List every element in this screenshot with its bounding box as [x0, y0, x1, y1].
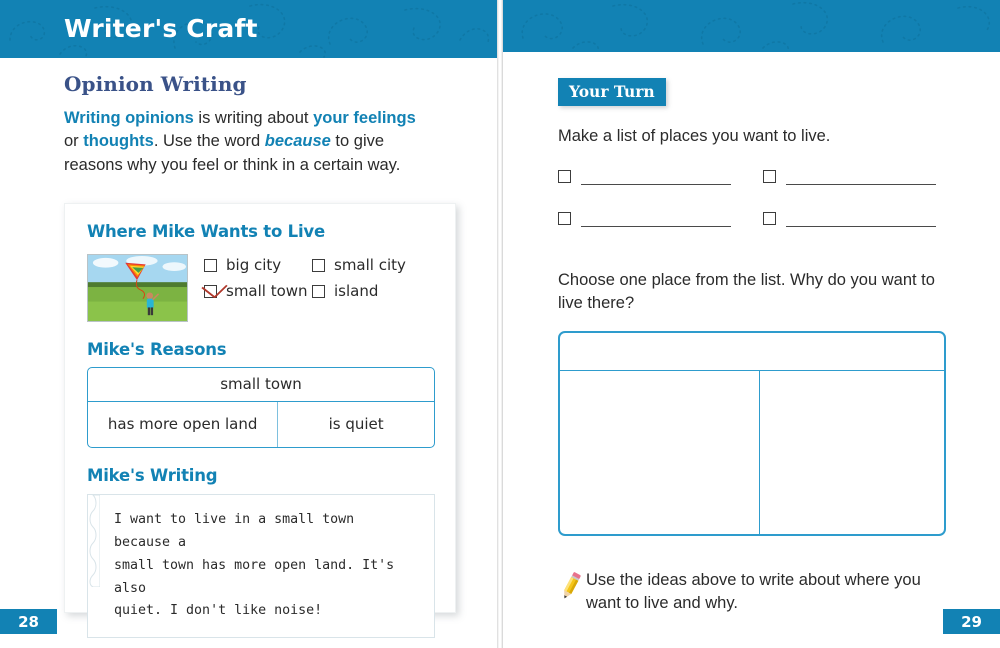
write-in-line-4[interactable]	[786, 214, 936, 228]
choice-row-2: small town island	[204, 282, 435, 300]
writing-line: small town has more open land. It's also	[114, 557, 395, 596]
answer-cell-right[interactable]	[760, 371, 944, 534]
intro-text-6: . Use the word	[153, 132, 265, 151]
opinion-writing-heading: Opinion Writing	[64, 72, 247, 96]
left-header-band: Writer's Craft	[0, 0, 497, 58]
example-heading: Where Mike Wants to Live	[87, 222, 325, 241]
reasons-table-body: has more open land is quiet	[88, 402, 434, 447]
example-card: Where Mike Wants to Live big city small …	[64, 203, 456, 639]
mikes-writing-heading: Mike's Writing	[87, 466, 218, 485]
photo-and-choices-row: big city small city small town island	[87, 254, 435, 322]
checkbox-small-city[interactable]	[312, 258, 325, 272]
intro-paragraph: Writing opinions is writing about your f…	[64, 107, 434, 177]
checkbox-place-1[interactable]	[558, 170, 571, 184]
answer-table-header-cell[interactable]	[560, 333, 944, 372]
checkbox-place-2[interactable]	[763, 170, 776, 184]
page-number-right: 29	[943, 609, 1000, 634]
left-page-body: Opinion Writing Writing opinions is writ…	[64, 72, 464, 177]
choice-small-city[interactable]: small city	[312, 256, 406, 274]
right-page: Your Turn Make a list of places you want…	[503, 0, 1000, 648]
checkbox-place-3[interactable]	[558, 212, 571, 226]
your-turn-badge: Your Turn	[558, 78, 666, 106]
intro-bold-3: your feelings	[313, 109, 416, 127]
right-header-band	[503, 0, 1000, 52]
final-instruction: Use the ideas above to write about where…	[558, 569, 958, 615]
left-page: Writer's Craft Opinion Writing Writing o…	[0, 0, 497, 648]
choice-island[interactable]: island	[312, 282, 378, 300]
torn-paper-edge-icon	[89, 495, 100, 587]
checkbox-small-town-checked[interactable]	[204, 284, 217, 298]
choices-group: big city small city small town island	[204, 254, 435, 322]
answer-table	[558, 331, 946, 537]
writing-line: I want to live in a small town because a	[114, 512, 355, 550]
intro-bold-italic-because: because	[264, 132, 331, 151]
prompt-make-a-list: Make a list of places you want to live.	[558, 127, 831, 145]
page-number-left: 28	[0, 609, 57, 634]
mikes-writing-box: I want to live in a small town because a…	[87, 494, 435, 639]
intro-text-2: is writing about	[193, 109, 314, 127]
intro-text-4: or	[64, 132, 84, 151]
intro-bold-5: thoughts	[83, 132, 154, 151]
choice-label: small city	[334, 256, 406, 274]
answer-cell-left[interactable]	[560, 371, 760, 535]
checkbox-big-city[interactable]	[204, 258, 217, 272]
places-list-grid	[558, 170, 968, 228]
choice-label: big city	[226, 256, 282, 274]
kite-photo	[87, 254, 188, 322]
write-in-line-3[interactable]	[581, 214, 731, 228]
choice-label: small town	[226, 282, 308, 300]
reasons-cell-left: has more open land	[88, 402, 279, 447]
choice-row-1: big city small city	[204, 256, 435, 274]
reasons-table: small town has more open land is quiet	[87, 367, 435, 448]
checkbox-place-4[interactable]	[763, 212, 776, 226]
reasons-cell-right: is quiet	[328, 415, 384, 433]
answer-table-body	[560, 371, 944, 535]
write-in-line-1[interactable]	[581, 172, 731, 186]
list-item[interactable]	[763, 212, 968, 228]
page-title: Writer's Craft	[64, 14, 258, 43]
list-item[interactable]	[558, 212, 763, 228]
writing-line: quiet. I don't like noise!	[114, 603, 323, 619]
mikes-reasons-heading: Mike's Reasons	[87, 340, 227, 359]
checkbox-island[interactable]	[312, 284, 325, 298]
pencil-icon	[564, 572, 581, 599]
right-page-body: Your Turn Make a list of places you want…	[558, 78, 968, 615]
prompt-choose-one-place: Choose one place from the list. Why do y…	[558, 271, 935, 313]
swirl-decoration-icon	[521, 1, 990, 52]
choice-big-city[interactable]: big city	[204, 256, 312, 274]
intro-bold-1: Writing opinions	[64, 109, 194, 127]
list-item[interactable]	[763, 170, 968, 186]
book-spread: Writer's Craft Opinion Writing Writing o…	[0, 0, 1000, 648]
choice-label: island	[334, 282, 379, 300]
writing-sample-text: I want to live in a small town because a…	[114, 509, 418, 623]
final-instruction-text: Use the ideas above to write about where…	[586, 571, 921, 613]
choice-small-town[interactable]: small town	[204, 282, 312, 300]
write-in-line-2[interactable]	[786, 172, 936, 186]
reasons-table-header: small town	[88, 368, 434, 402]
list-item[interactable]	[558, 170, 763, 186]
